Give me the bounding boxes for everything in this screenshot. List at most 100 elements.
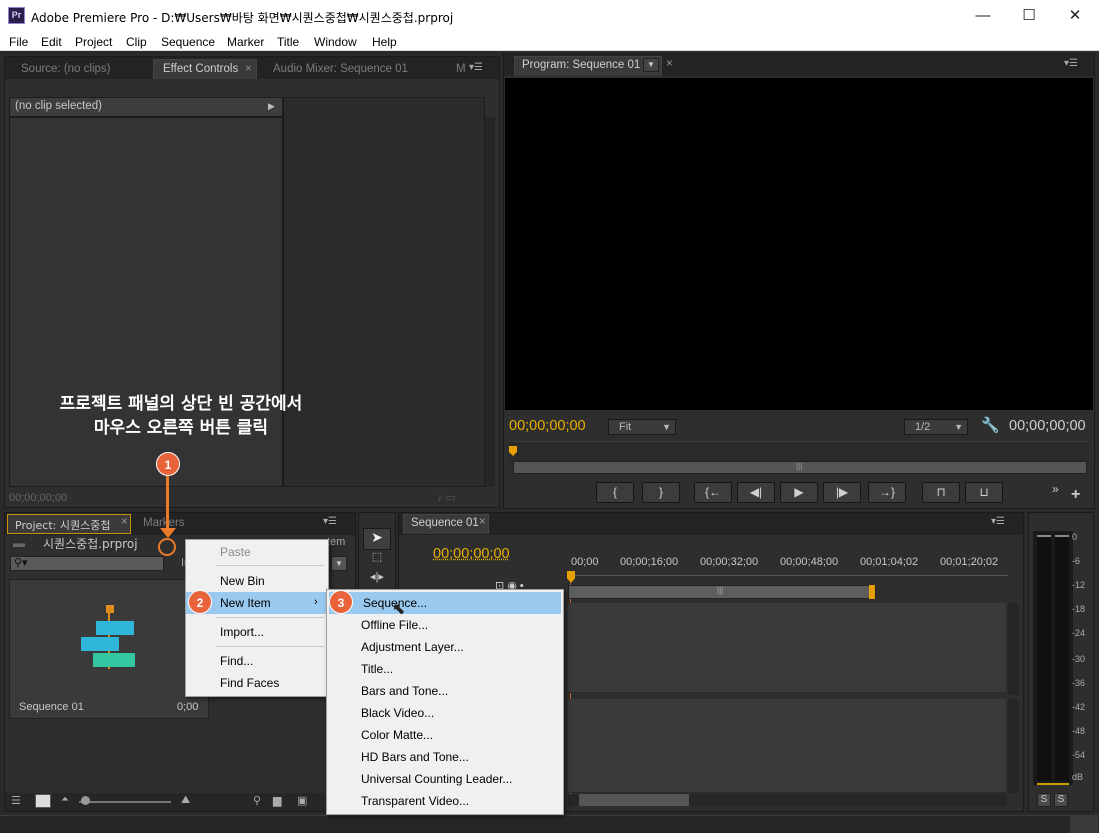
menu-item-import[interactable]: Import...: [186, 621, 328, 643]
go-to-out-button[interactable]: →}: [868, 482, 906, 503]
annotation-click-circle: [158, 538, 176, 556]
menu-marker[interactable]: Marker: [227, 35, 264, 49]
wrench-settings-icon[interactable]: 🔧: [981, 416, 1000, 434]
menu-item-find-faces[interactable]: Find Faces: [186, 672, 328, 694]
status-bar: [0, 815, 1099, 833]
list-view-icon[interactable]: ☰: [11, 794, 21, 807]
timeline-h-scroll-thumb[interactable]: [579, 794, 689, 806]
menu-help[interactable]: Help: [372, 35, 397, 49]
resolution-dropdown[interactable]: 1/2 ▼: [904, 419, 968, 435]
tab-source[interactable]: Source: (no clips): [21, 63, 110, 75]
tab-project[interactable]: Project: 시퀀스중첩: [15, 517, 110, 533]
menu-item-transparent-video[interactable]: Transparent Video...: [327, 790, 563, 812]
chevron-down-icon: ▼: [662, 422, 671, 432]
tab-sequence-01[interactable]: Sequence 01: [411, 517, 479, 529]
solo-left-button[interactable]: S: [1037, 793, 1051, 807]
menu-window[interactable]: Window: [314, 35, 357, 49]
menu-item-universal-counting-leader[interactable]: Universal Counting Leader...: [327, 768, 563, 790]
video-tracks[interactable]: [568, 603, 1006, 693]
menu-item-color-matte[interactable]: Color Matte...: [327, 724, 563, 746]
audio-tracks[interactable]: [568, 699, 1006, 793]
menu-item-hd-bars-and-tone[interactable]: HD Bars and Tone...: [327, 746, 563, 768]
menu-item-bars-and-tone[interactable]: Bars and Tone...: [327, 680, 563, 702]
add-button-icon[interactable]: +: [1071, 486, 1080, 504]
mark-in-button[interactable]: {: [596, 482, 634, 503]
close-tab-icon[interactable]: ×: [245, 63, 252, 75]
db-tick: -30: [1072, 654, 1086, 664]
ripple-edit-tool-icon[interactable]: ◂|▸: [363, 570, 391, 588]
menu-item-black-video[interactable]: Black Video...: [327, 702, 563, 724]
solo-right-button[interactable]: S: [1054, 793, 1068, 807]
fit-dropdown[interactable]: Fit ▼: [608, 419, 676, 435]
close-button[interactable]: ✕: [1052, 0, 1098, 32]
lift-button[interactable]: ⊓: [922, 482, 960, 503]
tab-dropdown-icon[interactable]: ▼: [643, 58, 659, 72]
icon-view-icon[interactable]: [35, 794, 51, 808]
menu-item-offline-file[interactable]: Offline File...: [327, 614, 563, 636]
item-count-label: tem: [327, 536, 346, 548]
menu-item-sequence[interactable]: Sequence...: [329, 592, 561, 614]
panel-menu-icon[interactable]: ▾☰: [991, 516, 1005, 527]
timeline-playhead-icon[interactable]: [567, 571, 575, 583]
step-forward-button[interactable]: |▶: [823, 482, 861, 503]
scroll-grip-icon[interactable]: |||: [796, 462, 802, 471]
step-back-button[interactable]: ◀|: [737, 482, 775, 503]
expand-arrow-icon[interactable]: ▶: [268, 101, 275, 112]
go-to-in-button[interactable]: {←: [694, 482, 732, 503]
minimize-button[interactable]: —: [960, 0, 1006, 32]
audio-scrollbar[interactable]: [1008, 699, 1019, 793]
instruction-annotation: 프로젝트 패널의 상단 빈 공간에서 마우스 오른쪽 버튼 클릭: [16, 392, 346, 440]
program-timecode-current[interactable]: 00;00;00;00: [509, 418, 586, 434]
overflow-chevron-icon[interactable]: »: [1052, 482, 1059, 496]
chevron-down-icon[interactable]: ▼: [331, 556, 347, 571]
menu-item-find[interactable]: Find...: [186, 650, 328, 672]
timeline-timecode[interactable]: 00;00;00;00: [433, 546, 510, 562]
tab-program[interactable]: Program: Sequence 01: [522, 59, 640, 71]
close-tab-icon[interactable]: ×: [479, 516, 486, 528]
menu-item-paste[interactable]: Paste: [186, 541, 328, 563]
menu-project[interactable]: Project: [75, 35, 112, 49]
zoom-slider[interactable]: [79, 801, 171, 803]
maximize-button[interactable]: ☐: [1006, 0, 1052, 32]
search-input[interactable]: [10, 556, 164, 571]
selection-tool-icon[interactable]: ➤: [363, 528, 391, 550]
panel-menu-icon[interactable]: ▾☰: [1064, 58, 1078, 69]
program-video-display[interactable]: [505, 78, 1093, 410]
window-title: Adobe Premiere Pro - D:₩Users₩바탕 화면₩시퀀스중…: [31, 11, 454, 25]
extract-button[interactable]: ⊔: [965, 482, 1003, 503]
video-scrollbar[interactable]: [1008, 603, 1019, 695]
menu-file[interactable]: File: [9, 35, 28, 49]
menu-item-adjustment-layer[interactable]: Adjustment Layer...: [327, 636, 563, 658]
menu-item-new-bin[interactable]: New Bin: [186, 570, 328, 592]
mark-out-button[interactable]: }: [642, 482, 680, 503]
menu-item-title[interactable]: Title...: [327, 658, 563, 680]
timeline-tabstrip: [399, 513, 1023, 535]
new-item-icon[interactable]: ▣: [297, 794, 307, 807]
menu-separator: [216, 617, 324, 618]
zoom-out-icon[interactable]: ⏶: [61, 794, 69, 805]
db-tick: -6: [1072, 556, 1081, 566]
zoom-slider-thumb[interactable]: [81, 796, 90, 805]
zoom-in-icon[interactable]: ⛰: [181, 794, 190, 807]
menu-sequence[interactable]: Sequence: [161, 35, 215, 49]
panel-menu-icon[interactable]: ▾☰: [323, 516, 337, 527]
submenu-arrow-icon: ›: [314, 596, 318, 608]
tab-effect-controls[interactable]: Effect Controls: [163, 63, 238, 75]
play-button[interactable]: ▶: [780, 482, 818, 503]
find-icon[interactable]: ⚲: [253, 794, 261, 807]
time-ruler[interactable]: [509, 441, 1089, 463]
tab-overflow[interactable]: M: [456, 63, 466, 75]
new-bin-icon[interactable]: ▆: [273, 794, 281, 807]
close-tab-icon[interactable]: ×: [666, 58, 673, 70]
menu-title[interactable]: Title: [277, 35, 299, 49]
close-tab-icon[interactable]: ×: [121, 516, 128, 528]
panel-menu-icon[interactable]: ▾☰: [469, 62, 483, 73]
ruler-label: 00;00;16;00: [620, 556, 679, 568]
menu-clip[interactable]: Clip: [126, 35, 147, 49]
menu-edit[interactable]: Edit: [41, 35, 62, 49]
work-area-end-icon[interactable]: [869, 585, 875, 599]
track-select-tool-icon[interactable]: ⬚: [363, 550, 391, 568]
db-tick: dB: [1072, 772, 1084, 782]
tab-audio-mixer[interactable]: Audio Mixer: Sequence 01: [273, 63, 408, 75]
scrollbar[interactable]: [485, 117, 495, 487]
